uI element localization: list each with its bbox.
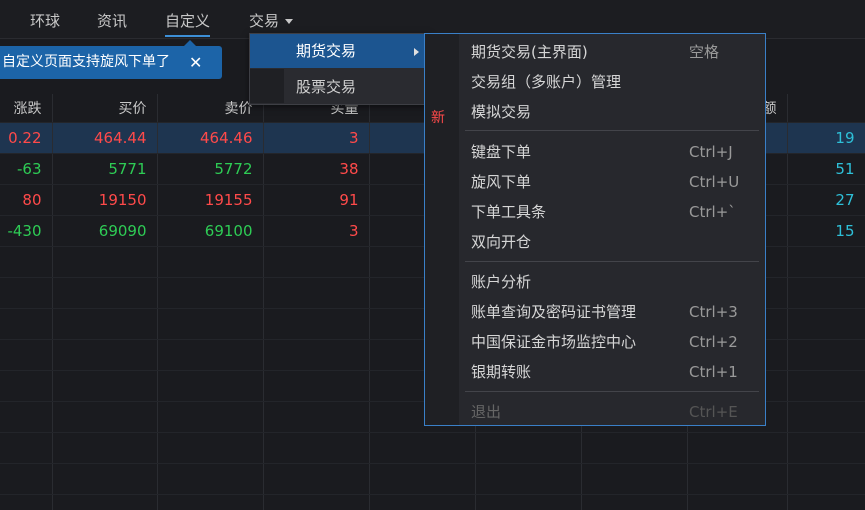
cell-change: -430 [0, 215, 53, 247]
menu-item-label: 交易组（多账户）管理 [471, 73, 622, 91]
table-row-empty [0, 494, 865, 510]
menu-item-shortcut: Ctrl+1 [689, 363, 738, 381]
cell-ask: 19155 [157, 184, 264, 216]
feature-tooltip: 自定义页面支持旋风下单了 ✕ [0, 40, 222, 79]
table-row-empty [0, 432, 865, 464]
submenu-item-futures[interactable]: 期货交易 [250, 34, 429, 68]
menu-item-label: 旋风下单 [471, 173, 532, 191]
tooltip-text: 自定义页面支持旋风下单了 [2, 54, 170, 70]
menu-gutter [425, 34, 459, 425]
cell-change: 0.22 [0, 122, 53, 154]
menu-divider [465, 391, 759, 392]
menu-item-label: 账户分析 [471, 273, 532, 291]
submenu-item-label: 期货交易 [296, 42, 357, 60]
menu-item-label: 模拟交易 [471, 103, 532, 121]
cell-bid: 464.44 [52, 122, 158, 154]
cell-last: 27 [787, 184, 865, 216]
menu-item-keyboard-order[interactable]: 键盘下单 Ctrl+J [471, 137, 765, 167]
menu-item-futures-main[interactable]: 期货交易(主界面) 空格 [471, 37, 765, 67]
cell-bidvol: 38 [263, 153, 370, 185]
menu-item-label: 下单工具条 [471, 203, 547, 221]
new-badge: 新 [431, 110, 445, 126]
menu-item-simulated[interactable]: 模拟交易 [471, 97, 765, 127]
menu-item-label: 银期转账 [471, 363, 532, 381]
cell-change: -63 [0, 153, 53, 185]
menu-item-bidirectional[interactable]: 双向开仓 [471, 227, 765, 257]
table-row-empty [0, 463, 865, 495]
cell-bid: 69090 [52, 215, 158, 247]
menu-item-exit[interactable]: 退出 Ctrl+E [471, 397, 765, 427]
cell-last: 15 [787, 215, 865, 247]
caret-down-icon [285, 19, 294, 24]
menu-item-margin-monitor[interactable]: 中国保证金市场监控中心 Ctrl+2 [471, 327, 765, 357]
col-header-ask[interactable]: 卖价 [157, 94, 264, 123]
cell-bidvol: 3 [263, 215, 370, 247]
menu-item-label: 期货交易(主界面) [471, 43, 588, 61]
cell-bid: 19150 [52, 184, 158, 216]
cell-last: 19 [787, 122, 865, 154]
menu-item-shortcut: Ctrl+E [689, 403, 738, 421]
menu-item-label: 键盘下单 [471, 143, 532, 161]
menu-item-label: 中国保证金市场监控中心 [471, 333, 637, 351]
menu-huanqiu[interactable]: 环球 [30, 10, 60, 31]
menu-item-shortcut: 空格 [689, 43, 720, 61]
col-header-9[interactable] [787, 94, 865, 123]
menu-item-shortcut: Ctrl+U [689, 173, 740, 191]
menu-item-shortcut: Ctrl+2 [689, 333, 738, 351]
menu-divider [465, 261, 759, 262]
cell-ask: 69100 [157, 215, 264, 247]
menu-zixun[interactable]: 资讯 [97, 10, 127, 31]
submenu-item-stocks[interactable]: 股票交易 [250, 70, 429, 104]
menu-item-statement-query[interactable]: 账单查询及密码证书管理 Ctrl+3 [471, 297, 765, 327]
menu-item-label: 退出 [471, 403, 502, 421]
cell-bidvol: 91 [263, 184, 370, 216]
menu-item-account-analysis[interactable]: 账户分析 [471, 267, 765, 297]
cell-last: 51 [787, 153, 865, 185]
trade-submenu: 期货交易 股票交易 [249, 33, 430, 105]
cell-change: 80 [0, 184, 53, 216]
menu-item-label: 账单查询及密码证书管理 [471, 303, 637, 321]
futures-menu: 新 期货交易(主界面) 空格 交易组（多账户）管理 模拟交易 键盘下单 Ctrl… [424, 33, 766, 426]
submenu-item-label: 股票交易 [296, 78, 357, 96]
menu-trade[interactable]: 交易 [249, 10, 294, 31]
menu-item-order-toolbar[interactable]: 下单工具条 Ctrl+` [471, 197, 765, 227]
menu-divider [465, 130, 759, 131]
menu-item-whirlwind-order[interactable]: 旋风下单 Ctrl+U [471, 167, 765, 197]
menu-item-label: 双向开仓 [471, 233, 532, 251]
col-header-bid[interactable]: 买价 [52, 94, 158, 123]
cell-bid: 5771 [52, 153, 158, 185]
cell-ask: 464.46 [157, 122, 264, 154]
menu-item-shortcut: Ctrl+J [689, 143, 733, 161]
menu-item-shortcut: Ctrl+3 [689, 303, 738, 321]
menu-item-bank-transfer[interactable]: 银期转账 Ctrl+1 [471, 357, 765, 387]
cell-ask: 5772 [157, 153, 264, 185]
menu-item-shortcut: Ctrl+` [689, 203, 736, 221]
menu-item-trade-group[interactable]: 交易组（多账户）管理 [471, 67, 765, 97]
col-header-change[interactable]: 涨跌 [0, 94, 53, 123]
chevron-right-icon [414, 48, 419, 56]
menu-custom[interactable]: 自定义 [165, 10, 211, 37]
close-icon[interactable]: ✕ [189, 46, 202, 79]
cell-bidvol: 3 [263, 122, 370, 154]
menu-trade-label: 交易 [249, 12, 280, 30]
